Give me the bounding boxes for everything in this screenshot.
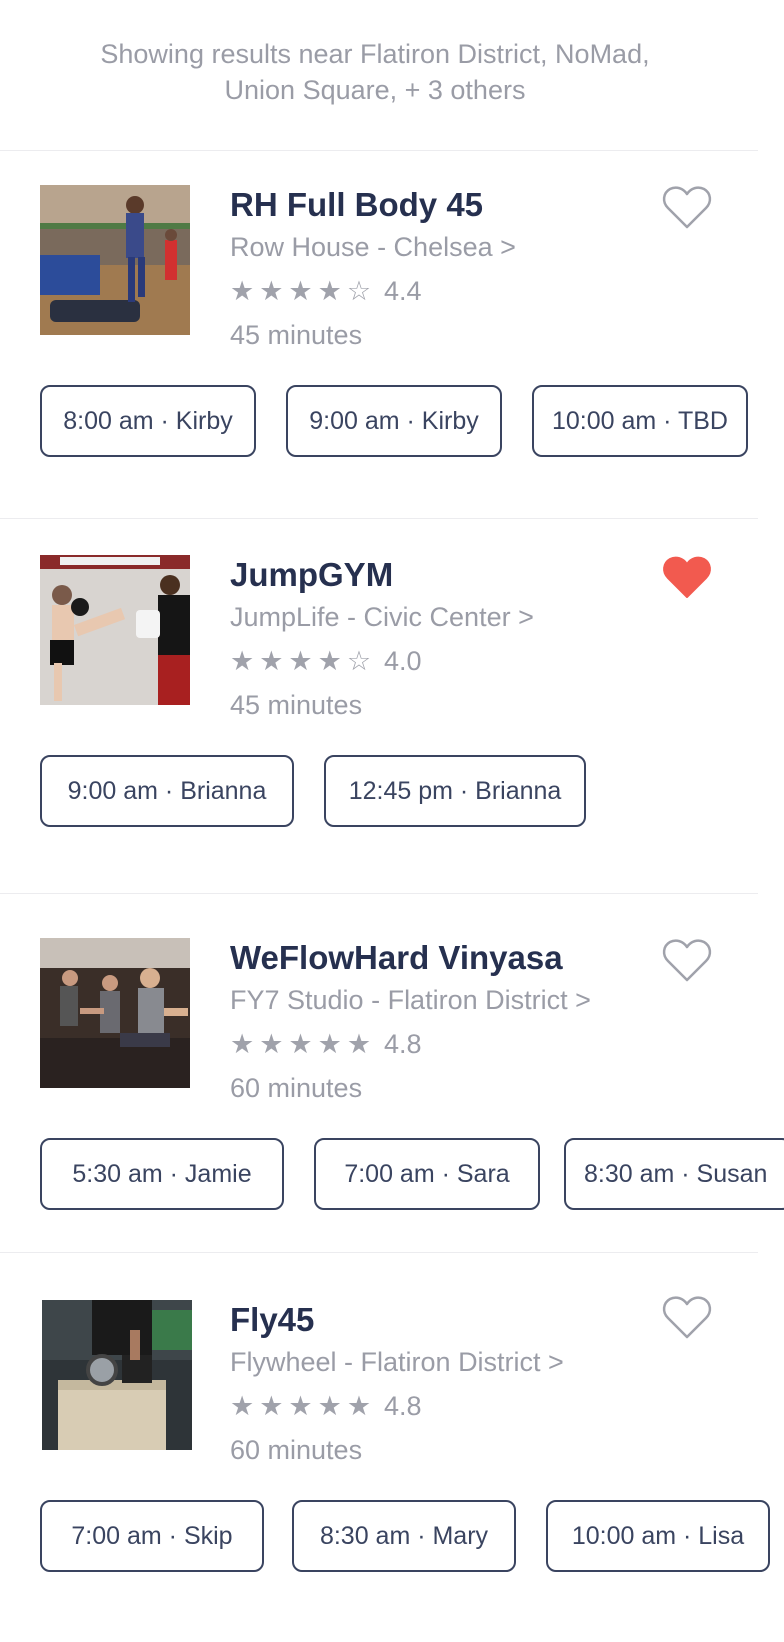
star-rating-icons: ★★★★★	[230, 1029, 377, 1059]
divider	[0, 518, 758, 519]
class-title[interactable]: RH Full Body 45	[230, 185, 483, 225]
studio-link[interactable]: Flywheel - Flatiron District >	[230, 1344, 564, 1380]
time-slot-button[interactable]: 8:30 am · Susan	[564, 1138, 784, 1210]
class-title[interactable]: WeFlowHard Vinyasa	[230, 938, 563, 978]
favorite-heart-outline-icon[interactable]	[662, 185, 712, 231]
results-location-header: Showing results near Flatiron District, …	[0, 36, 750, 108]
rating: ★★★★★ 4.8	[230, 1388, 422, 1424]
class-title[interactable]: Fly45	[230, 1300, 314, 1340]
divider	[0, 1252, 758, 1253]
class-title[interactable]: JumpGYM	[230, 555, 393, 595]
favorite-heart-filled-icon[interactable]	[662, 555, 712, 601]
class-thumbnail-rowing	[40, 185, 190, 335]
class-duration: 60 minutes	[230, 1435, 363, 1465]
class-duration: 45 minutes	[230, 690, 363, 720]
class-duration: 45 minutes	[230, 320, 363, 350]
time-slots: 9:00 am · Brianna 12:45 pm · Brianna	[40, 755, 784, 833]
time-slots: 7:00 am · Skip 8:30 am · Mary 10:00 am ·…	[40, 1500, 784, 1578]
time-slots: 5:30 am · Jamie 7:00 am · Sara 8:30 am ·…	[40, 1138, 784, 1216]
time-slot-button[interactable]: 9:00 am · Kirby	[286, 385, 502, 457]
time-slot-button[interactable]: 12:45 pm · Brianna	[324, 755, 586, 827]
results-location-line-1: Showing results near Flatiron District, …	[100, 39, 650, 69]
time-slot-button[interactable]: 7:00 am · Skip	[40, 1500, 264, 1572]
rating-value: 4.4	[384, 276, 422, 306]
star-rating-icons: ★★★★★	[230, 1391, 377, 1421]
class-thumbnail-yoga	[40, 938, 190, 1088]
time-slot-button[interactable]: 8:00 am · Kirby	[40, 385, 256, 457]
rating-value: 4.0	[384, 646, 422, 676]
rating-value: 4.8	[384, 1029, 422, 1059]
divider	[0, 893, 758, 894]
class-duration: 60 minutes	[230, 1073, 363, 1103]
class-thumbnail-cycling	[42, 1300, 192, 1450]
star-rating-icons: ★★★★☆	[230, 276, 377, 306]
favorite-heart-outline-icon[interactable]	[662, 938, 712, 984]
rating: ★★★★☆ 4.4	[230, 273, 422, 309]
time-slot-button[interactable]: 10:00 am · TBD	[532, 385, 748, 457]
time-slot-button[interactable]: 7:00 am · Sara	[314, 1138, 540, 1210]
star-rating-icons: ★★★★☆	[230, 646, 377, 676]
time-slot-button[interactable]: 10:00 am · Lisa	[546, 1500, 770, 1572]
divider	[0, 150, 758, 151]
time-slots: 8:00 am · Kirby 9:00 am · Kirby 10:00 am…	[40, 385, 784, 463]
rating: ★★★★☆ 4.0	[230, 643, 422, 679]
time-slot-button[interactable]: 5:30 am · Jamie	[40, 1138, 284, 1210]
studio-link[interactable]: JumpLife - Civic Center >	[230, 599, 534, 635]
studio-link[interactable]: Row House - Chelsea >	[230, 229, 516, 265]
rating: ★★★★★ 4.8	[230, 1026, 422, 1062]
time-slot-button[interactable]: 9:00 am · Brianna	[40, 755, 294, 827]
class-thumbnail-kickboxing	[40, 555, 190, 705]
studio-link[interactable]: FY7 Studio - Flatiron District >	[230, 982, 591, 1018]
rating-value: 4.8	[384, 1391, 422, 1421]
results-location-line-2: Union Square, + 3 others	[224, 75, 526, 105]
favorite-heart-outline-icon[interactable]	[662, 1295, 712, 1341]
time-slot-button[interactable]: 8:30 am · Mary	[292, 1500, 516, 1572]
